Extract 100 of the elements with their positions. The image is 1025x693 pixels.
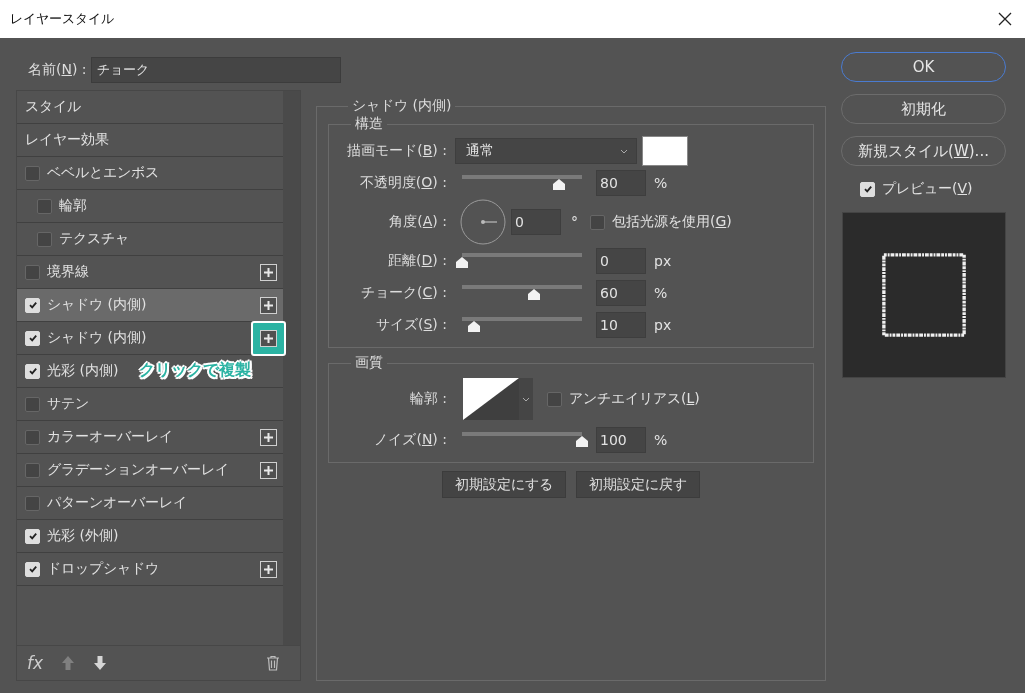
effect-item[interactable]: 光彩 (内側) クリックで複製 bbox=[17, 355, 283, 388]
effect-item[interactable]: ベベルとエンボス bbox=[17, 157, 283, 190]
effect-item[interactable]: テクスチャ bbox=[17, 223, 283, 256]
group-title: 構造 bbox=[354, 115, 384, 133]
color-swatch[interactable] bbox=[642, 136, 688, 166]
checkmark-icon bbox=[27, 333, 38, 343]
dialog-button[interactable]: 新規スタイル(W)... bbox=[841, 136, 1006, 166]
checkbox-label: プレビュー(V) bbox=[882, 180, 973, 198]
field-label: サイズ(S) : bbox=[375, 316, 448, 334]
window-title: レイヤースタイル bbox=[10, 10, 114, 28]
field-label: 描画モード(B) : bbox=[346, 142, 448, 160]
effect-label: テクスチャ bbox=[59, 230, 129, 248]
chevron-down-icon bbox=[620, 148, 628, 154]
checkbox[interactable] bbox=[25, 165, 40, 181]
field-label: 角度(A) : bbox=[388, 213, 448, 231]
plus-icon bbox=[260, 428, 277, 446]
close-icon[interactable] bbox=[998, 12, 1012, 26]
effect-label: 輪郭 bbox=[59, 197, 87, 215]
effect-item[interactable]: グラデーションオーバーレイ bbox=[17, 454, 283, 487]
arrow-down-icon[interactable] bbox=[93, 655, 108, 671]
checkbox[interactable] bbox=[25, 495, 40, 511]
group-title: 画質 bbox=[354, 354, 384, 372]
plus-icon bbox=[260, 560, 277, 578]
effect-label: 光彩 (外側) bbox=[47, 527, 119, 545]
number-field[interactable]: 10 bbox=[596, 312, 646, 338]
effect-label: スタイル bbox=[25, 98, 81, 116]
dialog-button[interactable]: 初期化 bbox=[841, 94, 1006, 124]
effect-item[interactable]: 輪郭 bbox=[17, 190, 283, 223]
effect-label: レイヤー効果 bbox=[25, 131, 109, 149]
unit-label: px bbox=[654, 317, 672, 333]
contour-picker[interactable] bbox=[463, 378, 533, 420]
checkbox-label: アンチエイリアス(L) bbox=[569, 390, 700, 408]
fx-button[interactable]: fx bbox=[27, 653, 44, 673]
effect-label: ベベルとエンボス bbox=[47, 164, 159, 182]
effect-label: 境界線 bbox=[47, 263, 89, 281]
add-button[interactable] bbox=[260, 560, 277, 578]
number-field[interactable]: 0 bbox=[596, 248, 646, 274]
checkbox[interactable] bbox=[590, 214, 605, 230]
unit-label: % bbox=[654, 175, 668, 191]
dialog-button[interactable]: OK bbox=[841, 52, 1006, 82]
add-button[interactable] bbox=[260, 428, 277, 446]
unit-label: % bbox=[654, 285, 668, 301]
add-button[interactable] bbox=[260, 263, 277, 281]
plus-icon bbox=[260, 329, 277, 347]
checkmark-icon bbox=[27, 564, 38, 574]
angle-field[interactable]: 0 bbox=[511, 209, 561, 235]
effect-label: カラーオーバーレイ bbox=[47, 428, 173, 446]
checkmark-icon bbox=[27, 531, 38, 541]
angle-dial[interactable] bbox=[460, 199, 506, 245]
checkbox[interactable] bbox=[25, 264, 40, 280]
effect-label: パターンオーバーレイ bbox=[47, 494, 187, 512]
checkbox[interactable] bbox=[547, 391, 562, 407]
field-label: チョーク(C) : bbox=[360, 284, 448, 302]
effect-item[interactable]: カラーオーバーレイ bbox=[17, 421, 283, 454]
name-label: 名前(N) : bbox=[27, 61, 87, 79]
name-field[interactable]: チョーク bbox=[90, 57, 341, 83]
field-label: 不透明度(O) : bbox=[358, 174, 448, 192]
effect-label: 光彩 (内側) bbox=[47, 362, 119, 380]
effect-label: シャドウ (内側) bbox=[47, 329, 147, 347]
chevron-down-icon bbox=[522, 396, 530, 402]
reset-button[interactable]: 初期設定にする bbox=[442, 471, 566, 498]
checkmark-icon bbox=[862, 184, 873, 194]
slider-thumb[interactable] bbox=[455, 256, 469, 269]
effect-label: サテン bbox=[47, 395, 89, 413]
checkmark-icon bbox=[27, 300, 38, 310]
field-label: 輪郭 : bbox=[408, 390, 448, 408]
checkbox[interactable] bbox=[25, 396, 40, 412]
checkbox[interactable] bbox=[25, 462, 40, 478]
effect-label: シャドウ (内側) bbox=[47, 296, 147, 314]
effect-label: グラデーションオーバーレイ bbox=[47, 461, 229, 479]
checkbox-label: 包括光源を使用(G) bbox=[612, 213, 732, 231]
plus-icon bbox=[260, 296, 277, 314]
unit-label: ° bbox=[571, 214, 578, 230]
plus-icon bbox=[260, 461, 277, 479]
effect-item[interactable]: シャドウ (内側) bbox=[17, 289, 283, 322]
effect-label: ドロップシャドウ bbox=[47, 560, 159, 578]
effect-item[interactable]: 光彩 (外側) bbox=[17, 520, 283, 553]
effect-item[interactable]: シャドウ (内側) bbox=[17, 322, 283, 355]
checkbox[interactable] bbox=[25, 429, 40, 445]
number-field[interactable]: 60 bbox=[596, 280, 646, 306]
add-button[interactable] bbox=[260, 461, 277, 479]
add-button[interactable] bbox=[260, 296, 277, 314]
unit-label: % bbox=[654, 432, 668, 448]
effect-item[interactable]: パターンオーバーレイ bbox=[17, 487, 283, 520]
plus-icon bbox=[260, 263, 277, 281]
field-label: ノイズ(N) : bbox=[373, 431, 448, 449]
panel-title: シャドウ (内側) bbox=[351, 97, 453, 115]
number-field[interactable]: 100 bbox=[596, 427, 646, 453]
number-field[interactable]: 80 bbox=[596, 170, 646, 196]
checkbox[interactable] bbox=[37, 231, 52, 247]
trash-icon[interactable] bbox=[266, 655, 280, 671]
checkmark-icon bbox=[27, 366, 38, 376]
effect-item[interactable]: サテン bbox=[17, 388, 283, 421]
blend-mode-dropdown[interactable]: 通常 bbox=[455, 138, 637, 164]
effect-item[interactable]: ドロップシャドウ bbox=[17, 553, 283, 586]
slider-thumb[interactable] bbox=[575, 435, 589, 448]
reset-button[interactable]: 初期設定に戻す bbox=[576, 471, 700, 498]
unit-label: px bbox=[654, 253, 672, 269]
checkbox[interactable] bbox=[37, 198, 52, 214]
callout-label: クリックで複製 bbox=[139, 360, 251, 381]
